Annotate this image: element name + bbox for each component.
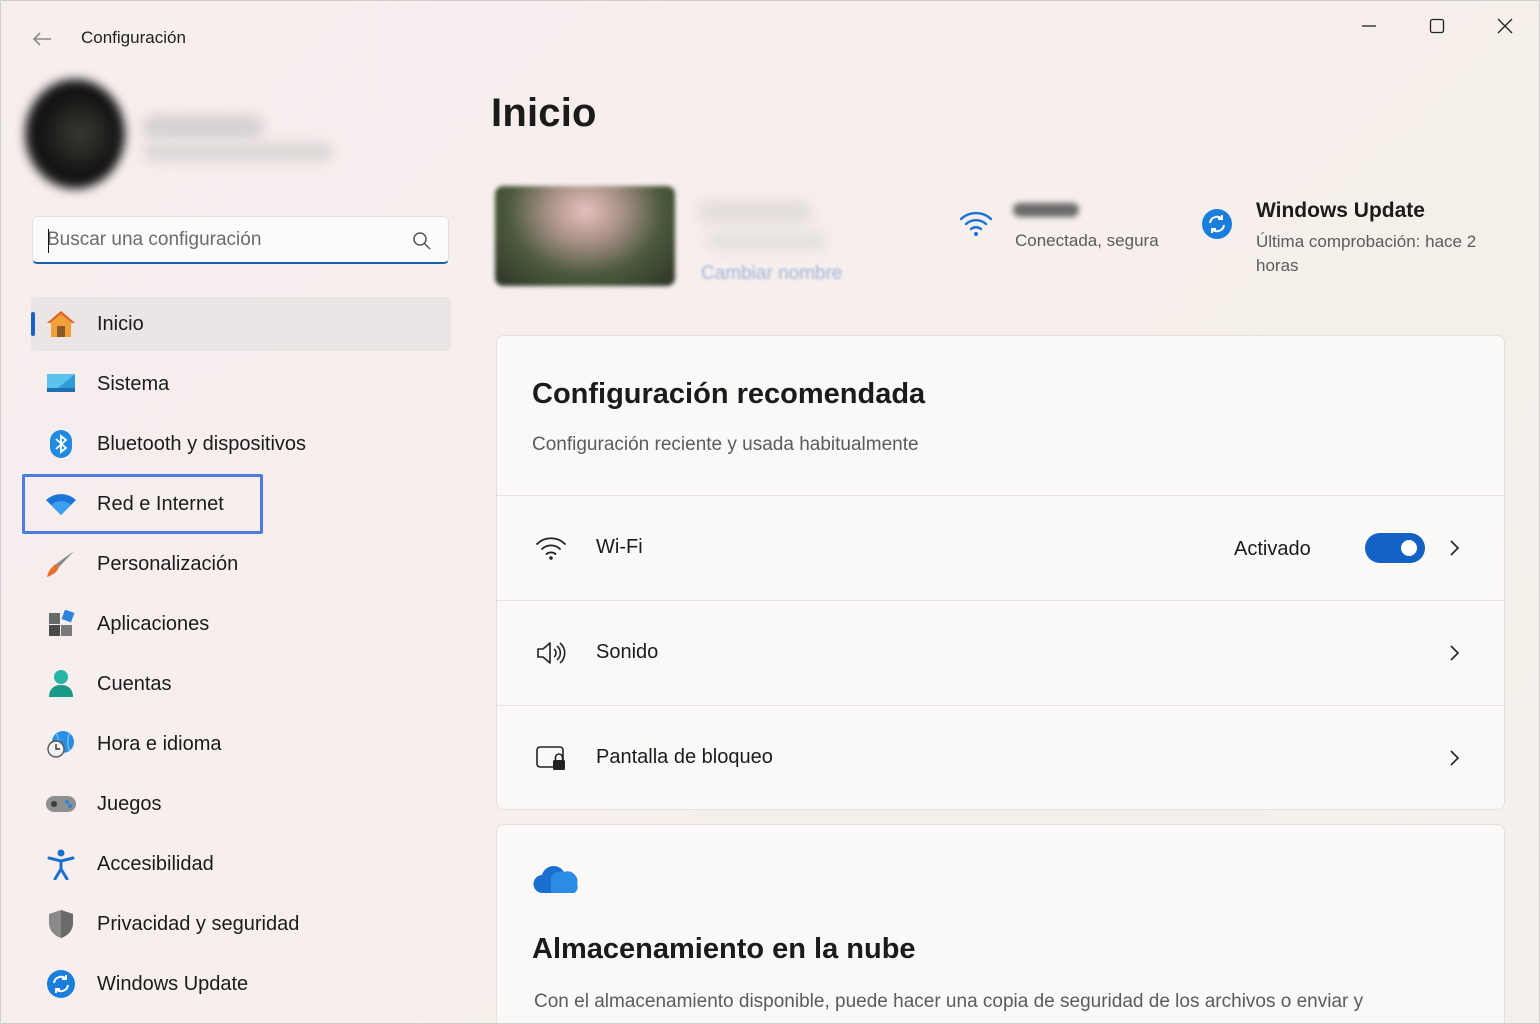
apps-icon [45, 609, 77, 639]
settings-window: Configuración Inicio [0, 0, 1540, 1024]
brush-icon [45, 549, 77, 579]
page-title: Inicio [491, 91, 597, 135]
device-wallpaper-thumbnail [495, 186, 675, 286]
minimize-button[interactable] [1335, 1, 1403, 51]
device-model-redacted [707, 231, 827, 251]
wifi-toggle[interactable] [1365, 533, 1425, 563]
accessibility-icon [45, 849, 77, 880]
sidebar-item-label: Personalización [97, 553, 239, 575]
maximize-icon [1429, 18, 1445, 34]
network-name-redacted [1013, 203, 1079, 217]
profile-name-redacted [143, 115, 263, 139]
card-title: Configuración recomendada [532, 378, 926, 410]
sidebar-item-windows-update[interactable]: Windows Update [31, 957, 451, 1011]
maximize-button[interactable] [1403, 1, 1471, 51]
text-caret [48, 229, 49, 253]
app-title: Configuración [81, 28, 186, 47]
sidebar-item-personalizacion[interactable]: Personalización [31, 537, 451, 591]
back-arrow-icon [32, 32, 51, 46]
card-description: Con el almacenamiento disponible, puede … [534, 991, 1364, 1012]
sidebar-item-sistema[interactable]: Sistema [31, 357, 451, 411]
shield-icon [45, 909, 77, 939]
highlight-box [22, 474, 263, 534]
windows-update-title[interactable]: Windows Update [1256, 199, 1425, 223]
card-subtitle: Configuración reciente y usada habitualm… [532, 434, 919, 455]
title-bar: Configuración [1, 1, 1539, 75]
rename-link[interactable]: Cambiar nombre [701, 263, 843, 285]
sidebar-item-label: Aplicaciones [97, 613, 210, 635]
chevron-right-icon [1450, 540, 1460, 556]
sidebar-item-label: Bluetooth y dispositivos [97, 433, 307, 455]
recommended-settings-card: Configuración recomendada Configuración … [496, 335, 1505, 810]
network-status: Conectada, segura [1015, 231, 1159, 250]
sidebar-nav: Inicio Sistema Bluetooth y dispositivos … [31, 297, 451, 1017]
search-icon[interactable] [411, 230, 433, 252]
back-button[interactable] [25, 23, 59, 55]
setting-row-sonido[interactable]: Sonido [497, 600, 1504, 705]
sidebar-item-label: Windows Update [97, 973, 249, 995]
home-icon [45, 309, 77, 339]
update-icon [45, 969, 77, 999]
user-profile[interactable] [25, 79, 345, 191]
cloud-storage-card: Almacenamiento en la nube Con el almacen… [496, 824, 1505, 1023]
sidebar-item-label: Hora e idioma [97, 733, 222, 755]
search-box[interactable] [32, 216, 449, 264]
gamepad-icon [45, 789, 77, 819]
profile-email-redacted [143, 143, 333, 161]
sidebar-item-privacidad[interactable]: Privacidad y seguridad [31, 897, 451, 951]
sidebar-item-accesibilidad[interactable]: Accesibilidad [31, 837, 451, 891]
wifi-icon [959, 211, 993, 236]
windows-update-subtitle: Última comprobación: hace 2 horas [1256, 232, 1477, 275]
sidebar-item-label: Cuentas [97, 673, 172, 695]
row-label: Sonido [596, 641, 659, 663]
chevron-right-icon [1450, 645, 1460, 661]
lock-screen-icon [536, 746, 565, 770]
bluetooth-icon [45, 429, 77, 459]
sidebar-item-aplicaciones[interactable]: Aplicaciones [31, 597, 451, 651]
selection-indicator [31, 312, 35, 336]
sidebar-item-inicio[interactable]: Inicio [31, 297, 451, 351]
close-button[interactable] [1471, 1, 1539, 51]
speaker-icon [537, 642, 566, 664]
clock-globe-icon [45, 729, 77, 759]
search-input[interactable] [47, 225, 397, 255]
sidebar-item-label: Accesibilidad [97, 853, 214, 875]
setting-row-wifi[interactable]: Wi-Fi Activado [497, 495, 1504, 600]
wifi-status-text: Activado [1234, 538, 1311, 560]
close-icon [1497, 18, 1513, 34]
sidebar-item-label: Sistema [97, 373, 170, 395]
minimize-icon [1362, 25, 1376, 27]
avatar [25, 79, 125, 189]
account-icon [45, 669, 77, 699]
sidebar-item-bluetooth[interactable]: Bluetooth y dispositivos [31, 417, 451, 471]
toggle-knob [1401, 540, 1417, 556]
device-name-redacted [699, 201, 811, 223]
sidebar-item-juegos[interactable]: Juegos [31, 777, 451, 831]
row-label: Wi-Fi [596, 536, 643, 558]
sidebar-item-cuentas[interactable]: Cuentas [31, 657, 451, 711]
chevron-right-icon [1450, 750, 1460, 766]
sidebar-item-label: Juegos [97, 793, 162, 815]
sidebar-item-label: Privacidad y seguridad [97, 913, 300, 935]
setting-row-pantalla-bloqueo[interactable]: Pantalla de bloqueo [497, 705, 1504, 809]
system-icon [45, 369, 77, 399]
onedrive-cloud-icon [533, 866, 578, 894]
update-icon [1202, 209, 1232, 239]
wifi-icon [536, 537, 566, 560]
sidebar-item-hora-idioma[interactable]: Hora e idioma [31, 717, 451, 771]
card-title: Almacenamiento en la nube [532, 933, 916, 965]
row-label: Pantalla de bloqueo [596, 746, 773, 768]
sidebar-item-label: Inicio [97, 313, 144, 335]
